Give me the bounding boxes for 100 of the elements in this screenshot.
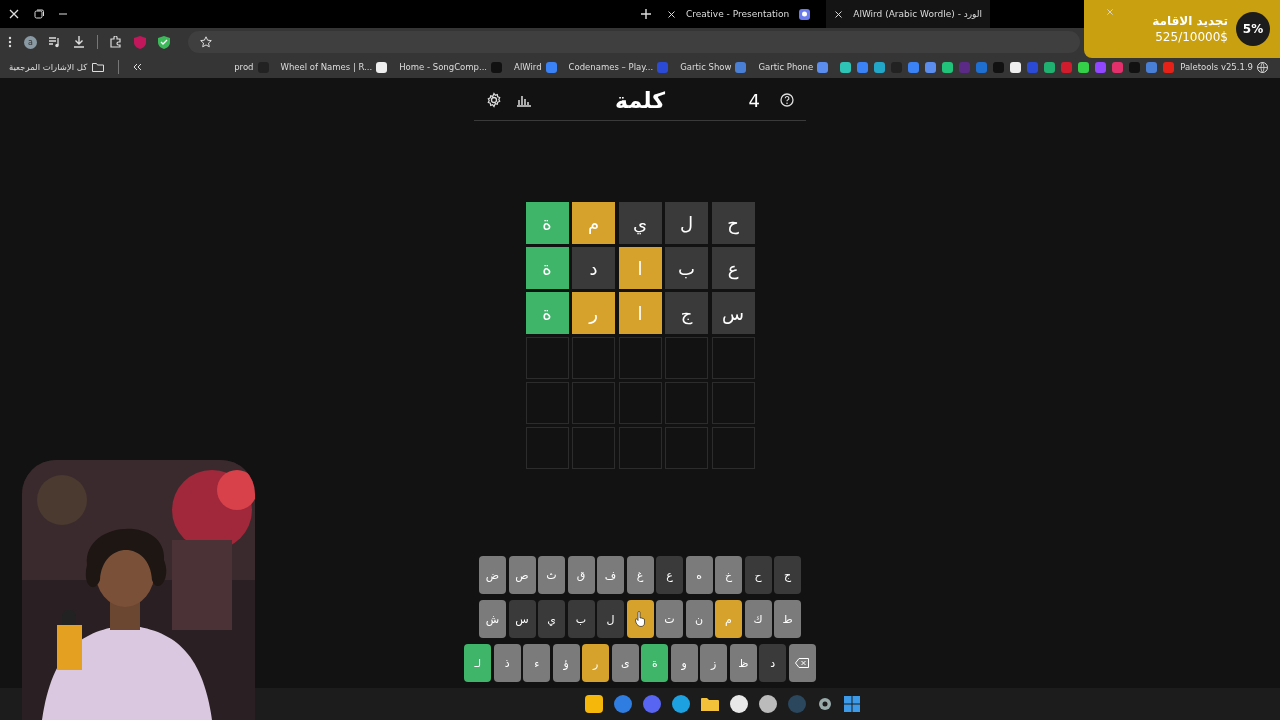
key[interactable]: ك [744,600,772,638]
settings-icon[interactable] [817,696,833,712]
bookmark-icon [491,61,503,73]
bookmark-icon[interactable] [840,61,852,73]
tab-icon [799,8,811,20]
letter-tile: ي [618,202,662,244]
star-icon[interactable] [200,36,212,48]
globe-icon [1257,61,1268,73]
bookmark-link[interactable]: Gartic Show [680,62,732,72]
key[interactable]: ز [700,644,728,682]
app-icon[interactable] [672,695,690,713]
close-icon[interactable] [834,9,844,19]
key[interactable]: ث [538,556,565,594]
bookmark-icon [657,61,669,73]
settings-icon[interactable] [486,92,502,108]
key[interactable] [626,600,654,638]
key[interactable]: ء [523,644,551,682]
letter-tile: ة [525,247,569,289]
folder-icon[interactable] [701,696,719,712]
percent-badge: 5% [1236,12,1270,46]
key[interactable]: غ [626,556,654,594]
key[interactable]: ض [479,556,506,594]
key[interactable]: ر [582,644,610,682]
game-title: كلمة [615,87,665,113]
shield-icon[interactable] [158,35,170,49]
bookmark-icon[interactable] [942,61,954,73]
key[interactable]: ذ [493,644,521,682]
key[interactable]: لـ [464,644,492,682]
key[interactable]: ح [744,556,772,594]
stats-icon[interactable] [516,93,532,107]
letter-tile: ا [618,247,662,289]
letter-tile: ة [525,202,569,244]
letter-tile: ا [618,292,662,334]
bookmark-icon[interactable] [1010,61,1022,73]
notification-amount: 525/10000$ [1155,30,1228,44]
bookmark-link[interactable]: Home - SongComp... [399,62,488,72]
close-icon[interactable] [667,9,676,19]
key[interactable]: ت [656,600,683,638]
letter-tile: ج [665,292,708,334]
menu-icon[interactable] [8,36,12,48]
key[interactable]: ى [611,644,639,682]
download-icon[interactable] [73,36,85,48]
browser-tab[interactable]: Creative - Presentation [659,0,819,28]
new-tab-icon[interactable] [641,9,651,19]
key[interactable]: ب [567,600,595,638]
bookmark-link[interactable]: Gartic Phone [758,62,814,72]
close-icon[interactable] [8,8,20,20]
letter-tile: د [572,247,615,289]
app-icon[interactable] [730,695,748,713]
backspace-key[interactable] [788,644,816,682]
letter-tile: س [711,292,755,334]
help-icon[interactable] [780,93,794,107]
bookmark-link[interactable]: AlWird [514,62,542,72]
profile-avatar[interactable]: a [24,35,37,49]
chevron-icon[interactable] [133,63,143,71]
game-number: 4 [748,89,760,111]
backspace-icon [795,658,810,668]
bookmark-link[interactable]: Wheel of Names | R... [280,62,373,72]
key[interactable]: ي [538,600,565,638]
key[interactable]: ج [774,556,801,594]
folder-icon[interactable] [92,62,105,72]
key[interactable]: ظ [729,644,757,682]
windows-start-icon[interactable] [844,696,860,712]
restore-icon[interactable] [34,9,44,19]
key[interactable]: خ [715,556,742,594]
letter-tile: ب [665,247,708,289]
key[interactable]: ق [567,556,595,594]
key[interactable]: د [759,644,787,682]
bookmark-icon [817,61,829,73]
bookmark-icon[interactable] [874,61,886,73]
key[interactable]: م [715,600,742,638]
key[interactable]: س [508,600,536,638]
letter-tile: ة [525,292,569,334]
key[interactable]: ف [597,556,624,594]
key[interactable]: ل [597,600,624,638]
bookmark-link[interactable]: Paletools v25.1.9 [1180,62,1253,72]
hand-cursor-icon [634,611,646,627]
bookmark-link[interactable]: Codenames – Play... [568,62,654,72]
bookmark-icon[interactable] [1044,61,1056,73]
key[interactable]: ش [479,600,506,638]
puzzle-icon[interactable] [110,36,122,48]
key[interactable]: و [670,644,698,682]
key[interactable]: ط [774,600,801,638]
bookmark-icon[interactable] [1078,61,1090,73]
key[interactable]: ن [685,600,713,638]
key[interactable]: ؤ [552,644,580,682]
key[interactable]: ص [508,556,536,594]
bookmark-icon [545,61,557,73]
key[interactable]: ع [656,556,683,594]
app-icon[interactable] [759,695,777,713]
letter-tile: ع [711,247,755,289]
key[interactable]: ة [641,644,669,682]
letter-tile: ل [665,202,708,244]
bookmark-link[interactable]: prod [234,62,254,72]
media-icon[interactable] [49,36,61,48]
all-bookmarks-label[interactable]: كل الإشارات المرجعية [9,62,88,72]
browser-tab[interactable]: AlWird (Arabic Wordle) - الورد [826,0,990,28]
letter-tile: م [572,202,615,244]
key[interactable]: ه [685,556,713,594]
letter-tile: ح [711,202,755,244]
